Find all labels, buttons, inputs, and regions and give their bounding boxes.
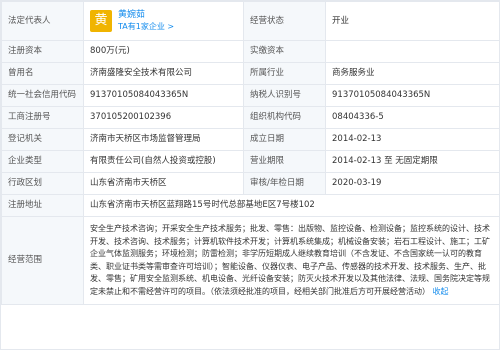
founded-value: 2014-02-13 — [325, 128, 500, 151]
row-type: 企业类型 有限责任公司(自然人投资或控股) 营业期限 2014-02-13 至 … — [1, 150, 500, 173]
approval-date-label: 审核/年检日期 — [243, 172, 326, 195]
taxpayer-id-value: 91370105084043365N — [325, 84, 500, 107]
legal-rep-name-link[interactable]: 黄婉茹 — [118, 10, 145, 20]
row-scope: 经营范围 安全生产技术咨询；开采安全生产技术服务；批发、零售：出版物、监控设备、… — [1, 216, 500, 305]
taxpayer-id-label: 纳税人识别号 — [243, 84, 326, 107]
legal-rep-info: 黄婉茹 TA有1家企业 > — [118, 9, 174, 33]
row-legal-rep: 法定代表人 黄黄婉茹 TA有1家企业 > 经营状态 开业 — [1, 1, 500, 41]
former-name-label: 曾用名 — [1, 62, 84, 85]
avatar[interactable]: 黄 — [90, 10, 112, 32]
address-value: 山东省济南市天桥区蓝翔路15号时代总部基地E区7号楼102 — [83, 194, 500, 217]
capital-value: 800万(元) — [83, 40, 244, 63]
credit-code-label: 统一社会信用代码 — [1, 84, 84, 107]
row-former-name: 曾用名 济南盛隆安全技术有限公司 所属行业 商务服务业 — [1, 62, 500, 85]
legal-rep-label: 法定代表人 — [1, 1, 84, 41]
company-info-panel: 法定代表人 黄黄婉茹 TA有1家企业 > 经营状态 开业 注册资本 800万(元)… — [0, 0, 500, 350]
address-label: 注册地址 — [1, 194, 84, 217]
term-label: 营业期限 — [243, 150, 326, 173]
capital-label: 注册资本 — [1, 40, 84, 63]
legal-rep-companies-link[interactable]: TA有1家企业 > — [118, 22, 174, 31]
status-label: 经营状态 — [243, 1, 326, 41]
founded-label: 成立日期 — [243, 128, 326, 151]
scope-label: 经营范围 — [1, 216, 84, 305]
industry-label: 所属行业 — [243, 62, 326, 85]
collapse-link[interactable]: 收起 — [433, 287, 449, 296]
industry-value: 商务服务业 — [325, 62, 500, 85]
legal-rep-cell: 黄黄婉茹 TA有1家企业 > — [83, 1, 244, 41]
row-credit-code: 统一社会信用代码 91370105084043365N 纳税人识别号 91370… — [1, 84, 500, 107]
status-value: 开业 — [325, 1, 500, 41]
credit-code-value: 91370105084043365N — [83, 84, 244, 107]
former-name-value: 济南盛隆安全技术有限公司 — [83, 62, 244, 85]
row-capital: 注册资本 800万(元) 实缴资本 — [1, 40, 500, 63]
reg-no-value: 370105200102396 — [83, 106, 244, 129]
org-code-value: 08404336-5 — [325, 106, 500, 129]
district-value: 山东省济南市天桥区 — [83, 172, 244, 195]
term-value: 2014-02-13 至 无固定期限 — [325, 150, 500, 173]
authority-label: 登记机关 — [1, 128, 84, 151]
scope-value: 安全生产技术咨询；开采安全生产技术服务；批发、零售：出版物、监控设备、检测设备；… — [90, 224, 490, 296]
row-authority: 登记机关 济南市天桥区市场监督管理局 成立日期 2014-02-13 — [1, 128, 500, 151]
authority-value: 济南市天桥区市场监督管理局 — [83, 128, 244, 151]
scope-cell: 安全生产技术咨询；开采安全生产技术服务；批发、零售：出版物、监控设备、检测设备；… — [83, 216, 500, 305]
paid-capital-label: 实缴资本 — [243, 40, 326, 63]
row-address: 注册地址 山东省济南市天桥区蓝翔路15号时代总部基地E区7号楼102 — [1, 194, 500, 217]
row-reg-no: 工商注册号 370105200102396 组织机构代码 08404336-5 — [1, 106, 500, 129]
org-code-label: 组织机构代码 — [243, 106, 326, 129]
row-district: 行政区划 山东省济南市天桥区 审核/年检日期 2020-03-19 — [1, 172, 500, 195]
paid-capital-value — [325, 40, 500, 63]
reg-no-label: 工商注册号 — [1, 106, 84, 129]
district-label: 行政区划 — [1, 172, 84, 195]
approval-date-value: 2020-03-19 — [325, 172, 500, 195]
company-info-table: 法定代表人 黄黄婉茹 TA有1家企业 > 经营状态 开业 注册资本 800万(元)… — [1, 1, 500, 305]
company-type-value: 有限责任公司(自然人投资或控股) — [83, 150, 244, 173]
company-type-label: 企业类型 — [1, 150, 84, 173]
